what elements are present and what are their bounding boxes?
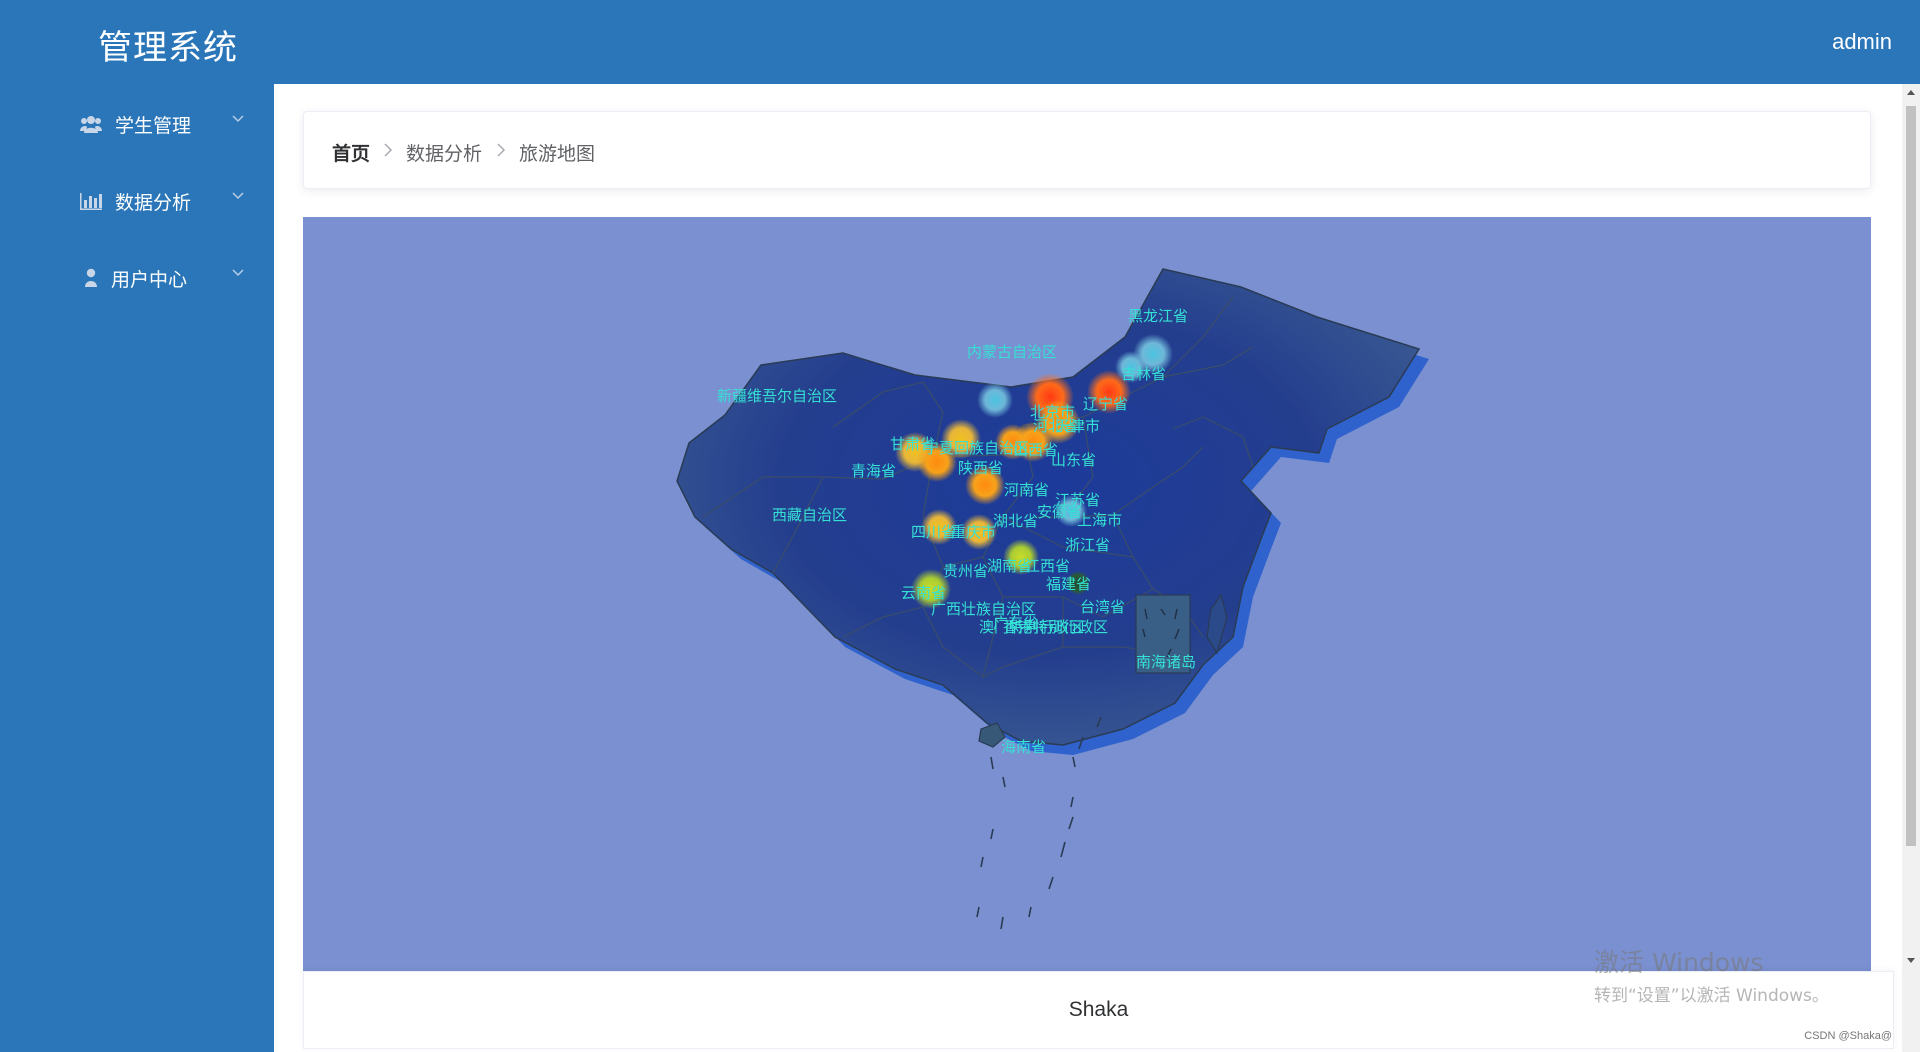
label-guizhou: 贵州省 <box>943 562 988 580</box>
sidebar-item-label: 数据分析 <box>115 192 192 214</box>
label-inner-mongolia: 内蒙古自治区 <box>967 343 1057 361</box>
windows-activation-watermark: 激活 Windows 转到“设置”以激活 Windows。 <box>1594 943 1829 1006</box>
label-shaanxi: 陕西省 <box>958 459 1003 477</box>
label-tianjin: 天津市 <box>1055 417 1100 435</box>
sidebar: 学生管理 数据分析 用户中心 <box>0 84 274 1052</box>
label-liaoning: 辽宁省 <box>1083 395 1128 413</box>
label-jilin: 吉林省 <box>1121 365 1166 383</box>
sidebar-item-label: 学生管理 <box>115 115 192 137</box>
label-zhejiang: 浙江省 <box>1065 536 1110 554</box>
bar-chart-icon <box>80 193 102 210</box>
label-hubei: 湖北省 <box>993 512 1038 530</box>
chevron-right-icon <box>497 143 506 157</box>
sidebar-item-label: 用户中心 <box>111 269 188 291</box>
breadcrumb-data-analysis[interactable]: 数据分析 <box>406 139 482 166</box>
label-heilongjiang: 黑龙江省 <box>1128 307 1188 325</box>
label-tibet: 西藏自治区 <box>772 506 847 524</box>
chevron-down-icon <box>232 192 244 200</box>
label-anhui: 安徽省 <box>1037 503 1082 521</box>
label-xinjiang: 新疆维吾尔自治区 <box>717 387 837 405</box>
label-shanghai: 上海市 <box>1077 511 1122 529</box>
breadcrumb: 首页 数据分析 旅游地图 <box>303 111 1871 189</box>
breadcrumb-home[interactable]: 首页 <box>332 139 370 166</box>
scroll-up-icon[interactable] <box>1907 90 1915 95</box>
label-jiangxi: 江西省 <box>1025 557 1070 575</box>
breadcrumb-current: 旅游地图 <box>519 143 596 165</box>
label-chongqing: 重庆市 <box>951 523 996 541</box>
label-sichuan: 四川省 <box>911 523 956 541</box>
users-icon <box>80 116 102 133</box>
travel-map[interactable]: 黑龙江省 吉林省 辽宁省 内蒙古自治区 新疆维吾尔自治区 甘肃省 宁夏回族自治区… <box>303 217 1871 971</box>
china-map[interactable]: 黑龙江省 吉林省 辽宁省 内蒙古自治区 新疆维吾尔自治区 甘肃省 宁夏回族自治区… <box>303 217 1871 971</box>
scrollbar-thumb[interactable] <box>1906 106 1916 846</box>
watermark-title: 激活 Windows <box>1594 948 1764 977</box>
chevron-right-icon <box>384 143 393 157</box>
sidebar-item-user-center[interactable]: 用户中心 <box>0 248 274 308</box>
user-menu[interactable]: admin <box>1832 29 1892 55</box>
chevron-down-icon <box>232 269 244 277</box>
vertical-scrollbar[interactable] <box>1902 84 1920 1052</box>
label-qinghai: 青海省 <box>851 462 896 480</box>
label-macau: 澳门特别行政区 <box>979 618 1084 636</box>
label-south-sea-islands: 南海诸岛 <box>1136 653 1196 671</box>
label-shandong: 山东省 <box>1051 451 1096 469</box>
app-title: 管理系统 <box>98 28 238 68</box>
top-bar: 管理系统 admin <box>0 0 1920 84</box>
sidebar-item-student-management[interactable]: 学生管理 <box>0 94 274 154</box>
user-icon <box>85 268 97 287</box>
scroll-down-icon[interactable] <box>1907 958 1915 963</box>
credit-text: CSDN @Shaka@ <box>1804 1030 1892 1042</box>
sidebar-item-data-analysis[interactable]: 数据分析 <box>0 171 274 231</box>
label-henan: 河南省 <box>1004 481 1049 499</box>
label-taiwan: 台湾省 <box>1080 598 1125 616</box>
watermark-subtitle: 转到“设置”以激活 Windows。 <box>1594 986 1829 1006</box>
chevron-down-icon <box>232 115 244 123</box>
label-hainan: 海南省 <box>1001 738 1046 756</box>
label-fujian: 福建省 <box>1046 575 1091 593</box>
